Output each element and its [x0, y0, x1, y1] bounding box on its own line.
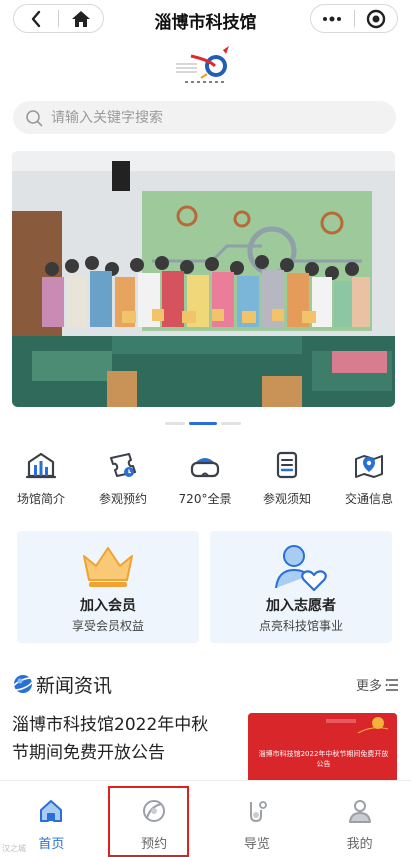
- more-news-link[interactable]: 更多: [356, 675, 399, 694]
- quick-link-label: 交通信息: [344, 492, 393, 506]
- more-dots-icon: [323, 16, 342, 21]
- quick-link-traffic-info[interactable]: 交通信息: [328, 448, 410, 512]
- more-options-button[interactable]: [311, 5, 354, 32]
- tab-label: 预约: [141, 837, 168, 852]
- carousel-indicators: [165, 422, 245, 426]
- tab-booking[interactable]: 预约: [103, 781, 206, 857]
- list-icon: [385, 678, 398, 691]
- card-subtitle: 点亮科技馆事业: [258, 619, 343, 633]
- quick-link-label: 参观预约: [98, 492, 147, 506]
- target-close-icon: [366, 9, 385, 28]
- map-location-icon: [351, 448, 387, 482]
- join-volunteer-card[interactable]: 加入志愿者 点亮科技馆事业: [210, 531, 392, 643]
- join-member-card[interactable]: 加入会员 享受会员权益: [17, 531, 199, 643]
- quick-link-venue-intro[interactable]: 场馆简介: [0, 448, 82, 512]
- carousel-dot-active[interactable]: [189, 422, 217, 425]
- quick-link-visit-notice[interactable]: 参观须知: [246, 448, 328, 512]
- search-input[interactable]: [51, 109, 371, 126]
- search-icon: [26, 109, 43, 126]
- volunteer-heart-icon: [210, 542, 392, 592]
- tab-label: 我的: [346, 837, 373, 852]
- guide-icon: [206, 798, 309, 824]
- tab-label: 导览: [243, 837, 270, 852]
- vr-headset-icon: [187, 448, 223, 482]
- banner-photo: [12, 151, 395, 407]
- news-heading: 新闻资讯: [36, 675, 113, 697]
- home-icon: [0, 798, 103, 824]
- search-bar[interactable]: [13, 101, 396, 134]
- quick-link-label: 参观须知: [262, 492, 311, 506]
- globe-icon: [12, 675, 34, 693]
- museum-logo: [176, 46, 229, 83]
- booking-icon: [103, 798, 206, 824]
- notice-document-icon: [269, 448, 305, 482]
- card-subtitle: 享受会员权益: [71, 619, 144, 633]
- profile-icon: [308, 798, 411, 824]
- quick-link-label: 场馆简介: [16, 492, 65, 506]
- quick-link-booking[interactable]: 参观预约: [82, 448, 164, 512]
- crown-icon: [17, 542, 199, 592]
- banner-carousel[interactable]: [12, 151, 395, 407]
- card-title: 加入会员: [80, 598, 136, 614]
- carousel-dot[interactable]: [221, 422, 241, 425]
- ticket-icon: [105, 448, 141, 482]
- tab-profile[interactable]: 我的: [308, 781, 411, 857]
- card-title: 加入志愿者: [266, 598, 336, 614]
- bottom-tab-bar: 首页 预约 导览 我的: [0, 780, 411, 857]
- close-miniapp-button[interactable]: [354, 5, 397, 32]
- news-list-item[interactable]: 淄博市科技馆2022年中秋节期间免费开放公告 淄博市科技馆2022年中秋节期间免…: [12, 711, 399, 791]
- quick-links: 场馆简介 参观预约 720°全景 参观须知 交通信息: [0, 448, 411, 512]
- tab-guide[interactable]: 导览: [206, 781, 309, 857]
- quick-link-label: 720°全景: [178, 492, 232, 506]
- carousel-dot[interactable]: [165, 422, 185, 425]
- more-label: 更多: [355, 679, 382, 694]
- menu-capsule: [310, 4, 398, 33]
- news-thumbnail-text: 淄博市科技馆2022年中秋节期间免费开放公告: [258, 750, 389, 768]
- top-nav-bar: 淄博市科技馆: [0, 0, 411, 38]
- news-section-header: 新闻资讯 更多: [12, 670, 399, 698]
- watermark: 汉之城: [2, 844, 26, 853]
- quick-link-720-panorama[interactable]: 720°全景: [164, 448, 246, 512]
- news-title: 淄博市科技馆2022年中秋节期间免费开放公告: [12, 715, 209, 763]
- building-chart-icon: [23, 448, 59, 482]
